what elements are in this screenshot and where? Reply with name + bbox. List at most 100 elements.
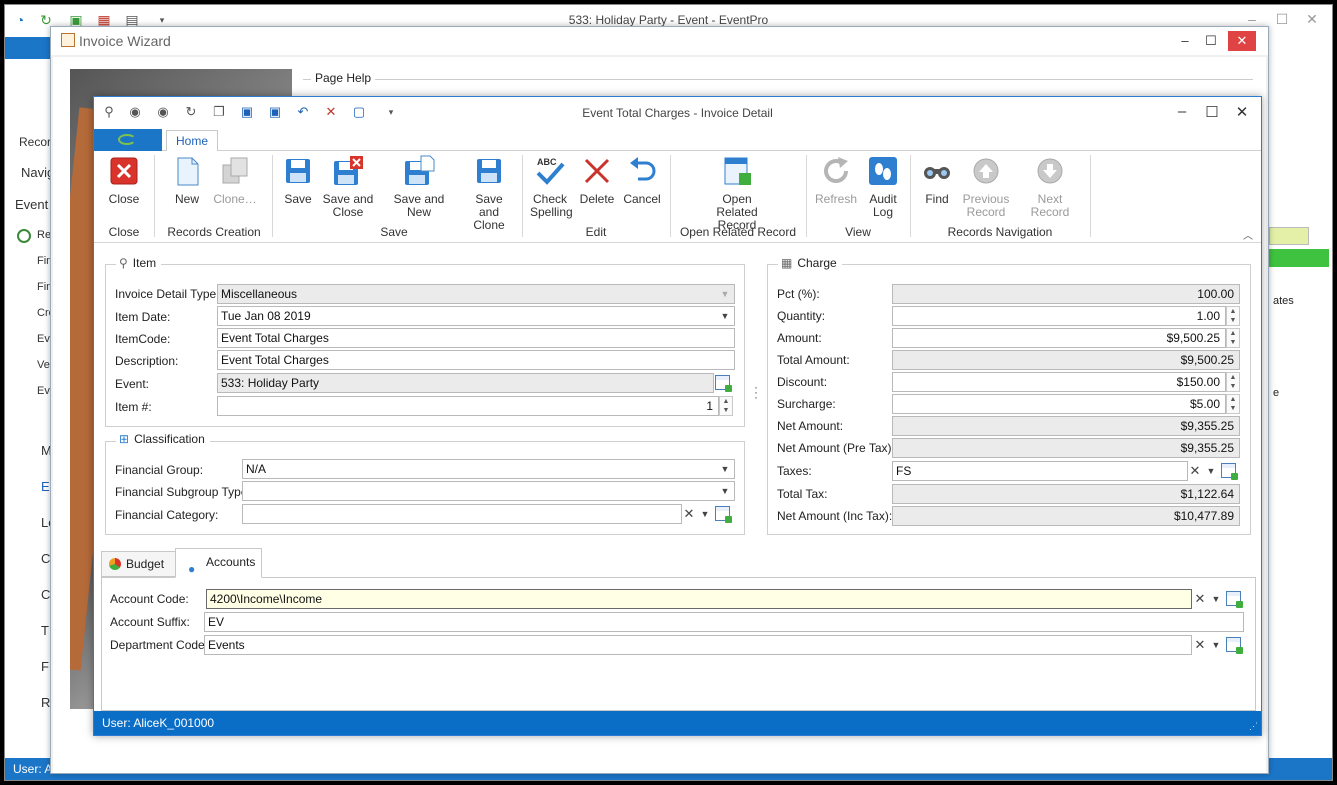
app-logo-icon [118, 134, 136, 145]
event-label: Event: [115, 377, 150, 391]
save-and-close-button[interactable]: Save and Close [322, 155, 374, 219]
account-suffix-input[interactable]: EV [204, 612, 1244, 632]
clear-icon[interactable]: ✕ [1192, 590, 1208, 608]
cancel-button[interactable]: Cancel [622, 155, 662, 206]
chevron-down-icon[interactable]: ▼ [717, 286, 733, 302]
group-separator [272, 155, 273, 237]
find-button[interactable]: Find [920, 155, 954, 206]
financial-group-label: Financial Group: [115, 463, 204, 477]
event-lookup-button[interactable] [714, 374, 732, 392]
main-left-label[interactable]: Event [15, 197, 49, 212]
save-and-clone-button[interactable]: Save and Clone [464, 155, 514, 232]
main-left-label: Recor [19, 135, 52, 149]
splitter-handle[interactable]: · · · [754, 381, 758, 403]
financial-group-select[interactable]: N/A ▼ [242, 459, 735, 479]
chevron-down-icon[interactable]: ▼ [717, 461, 733, 477]
wizard-close-button[interactable]: ✕ [1228, 31, 1256, 51]
item-date-picker[interactable]: Tue Jan 08 2019 ▼ [217, 306, 735, 326]
dialog-titlebar: ⚲ ◉ ◉ ↻ ❐ ▣ ▣ ↶ ✕ ▢ ▾ Event Total Charge… [94, 97, 1261, 127]
main-close-button[interactable]: ✕ [1299, 11, 1325, 28]
group-label-close: Close [108, 225, 140, 239]
description-input[interactable]: Event Total Charges [217, 350, 735, 370]
clear-icon[interactable]: ✕ [1187, 462, 1203, 480]
tab-budget[interactable]: Budget [101, 551, 176, 577]
item-code-input[interactable]: Event Total Charges [217, 328, 735, 348]
quantity-input[interactable]: 1.00 [892, 306, 1226, 326]
tab-accounts[interactable]: ● Accounts [175, 548, 262, 578]
previous-record-button[interactable]: Previous Record [960, 155, 1012, 219]
clear-icon[interactable]: ✕ [1192, 636, 1208, 654]
total-amount-label: Total Amount: [777, 353, 850, 367]
delete-button[interactable]: Delete [578, 155, 616, 206]
discount-stepper[interactable]: ▲ ▼ [1226, 372, 1240, 392]
invoice-detail-type-select[interactable]: Miscellaneous ▼ [217, 284, 735, 304]
collapse-ribbon-icon[interactable]: ︿ [1243, 227, 1253, 242]
resize-grip[interactable]: ⋰ [1249, 721, 1258, 732]
amount-input[interactable]: $9,500.25 [892, 328, 1226, 348]
amount-stepper[interactable]: ▲ ▼ [1226, 328, 1240, 348]
main-maximize-button[interactable]: ☐ [1269, 11, 1295, 28]
taxes-select[interactable]: FS [892, 461, 1188, 481]
department-code-lookup-button[interactable] [1225, 636, 1243, 654]
event-field[interactable]: 533: Holiday Party [217, 373, 714, 393]
surcharge-stepper[interactable]: ▲ ▼ [1226, 394, 1240, 414]
application-menu-tab[interactable] [94, 129, 162, 151]
group-separator [154, 155, 155, 237]
clone-button[interactable]: Clone… [212, 155, 258, 206]
chevron-down-icon[interactable]: ▼ [1203, 462, 1219, 480]
main-app-tab[interactable] [5, 37, 53, 59]
check-spelling-button[interactable]: ABC Check Spelling [530, 155, 573, 219]
open-related-record-button[interactable]: Open Related Record [700, 155, 774, 232]
group-separator [522, 155, 523, 237]
dialog-close-button[interactable]: ✕ [1228, 103, 1256, 121]
chevron-down-icon[interactable]: ▼ [717, 308, 733, 324]
wizard-minimize-button[interactable]: – [1171, 31, 1199, 51]
account-code-select[interactable]: 4200\Income\Income [206, 589, 1192, 609]
group-separator [670, 155, 671, 237]
item-number-input[interactable]: 1 [217, 396, 719, 416]
clear-icon[interactable]: ✕ [681, 505, 697, 523]
total-tax-label: Total Tax: [777, 487, 828, 501]
record-lookup-icon [715, 506, 732, 523]
save-button[interactable]: Save [282, 155, 314, 206]
chevron-down-icon[interactable]: ▼ [717, 483, 733, 499]
chevron-down-icon[interactable]: ▼ [1208, 590, 1224, 608]
financial-subgroup-type-select[interactable]: ▼ [242, 481, 735, 501]
net-amount-field: $9,355.25 [892, 416, 1240, 436]
surcharge-input[interactable]: $5.00 [892, 394, 1226, 414]
audit-log-button[interactable]: Audit Log [866, 155, 900, 219]
description-label: Description: [115, 354, 179, 368]
discount-input[interactable]: $150.00 [892, 372, 1226, 392]
group-label-records-creation: Records Creation [167, 225, 261, 239]
next-record-button[interactable]: Next Record [1018, 155, 1082, 219]
wizard-titlebar: Invoice Wizard – ☐ ✕ [51, 27, 1268, 55]
financial-category-select[interactable] [242, 504, 682, 524]
save-and-new-button[interactable]: Save and New [382, 155, 456, 219]
dialog-maximize-button[interactable]: ☐ [1198, 103, 1226, 121]
dialog-minimize-button[interactable]: – [1168, 103, 1196, 120]
user-icon: ● [188, 562, 196, 576]
department-code-select[interactable]: Events [204, 635, 1192, 655]
main-navigation-pane: Recor Navig Event Re Fin Fin Cre Ev Ve E… [5, 135, 55, 735]
quantity-stepper[interactable]: ▲ ▼ [1226, 306, 1240, 326]
account-code-lookup-button[interactable] [1225, 590, 1243, 608]
new-button[interactable]: New [170, 155, 204, 206]
svg-text:ABC: ABC [537, 157, 557, 167]
dialog-statusbar: User: AliceK_001000 ⋰ [94, 711, 1261, 735]
account-code-label: Account Code: [110, 592, 189, 606]
calculator-icon: ▦ [781, 256, 793, 270]
group-separator [1090, 155, 1091, 237]
binoculars-icon [921, 155, 953, 187]
item-number-stepper[interactable]: ▲ ▼ [719, 396, 733, 416]
footprints-icon [867, 155, 899, 187]
close-button[interactable]: Close [106, 155, 142, 206]
main-minimize-button[interactable]: – [1239, 11, 1265, 27]
refresh-button[interactable]: Refresh [814, 155, 858, 206]
taxes-lookup-button[interactable] [1220, 462, 1238, 480]
chevron-down-icon[interactable]: ▼ [1208, 636, 1224, 654]
chevron-down-icon[interactable]: ▼ [697, 505, 713, 523]
wizard-maximize-button[interactable]: ☐ [1197, 31, 1225, 51]
financial-category-lookup-button[interactable] [714, 505, 732, 523]
tab-home[interactable]: Home [166, 130, 218, 152]
net-amount-inc-tax-label: Net Amount (Inc Tax): [777, 509, 893, 523]
